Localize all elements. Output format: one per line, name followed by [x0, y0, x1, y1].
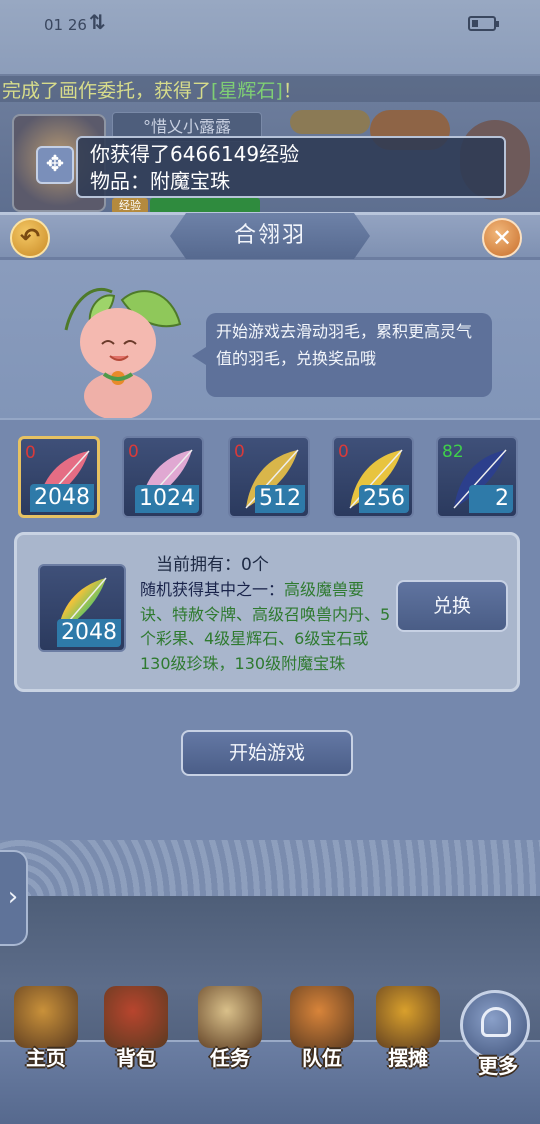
toast-line-item: 物品：附魔宝珠 [90, 169, 230, 193]
menu-item[interactable]: 任务 [188, 986, 272, 1076]
scroll-icon [198, 986, 262, 1048]
scene-decoration [290, 110, 370, 134]
chevron-right-icon: › [7, 882, 19, 912]
coin-icon [376, 986, 440, 1048]
dialog-title: 合翎羽 [233, 223, 306, 248]
reward-feather-slot: 2048 [38, 564, 126, 652]
feather-value-badge: 256 [359, 485, 409, 513]
mascot-sprout-character [64, 288, 182, 418]
toast-line-exp: 你获得了6466149经验 [90, 142, 300, 166]
menu-item[interactable]: 背包 [94, 986, 178, 1076]
menu-item[interactable]: 队伍 [280, 986, 364, 1076]
feather-value-badge: 512 [255, 485, 305, 513]
back-button[interactable]: ↶ [10, 218, 50, 258]
menu-label: 背包 [116, 1046, 156, 1070]
feather-count: 0 [338, 442, 349, 462]
menu-label: 更多 [478, 1054, 518, 1078]
menu-label: 摆摊 [388, 1046, 428, 1070]
menu-item[interactable]: 主页 [4, 986, 88, 1076]
house-icon [14, 986, 78, 1048]
close-button[interactable]: ✕ [482, 218, 522, 258]
feather-count: 82 [442, 442, 464, 462]
chat-message-prefix: 完成了画作委托，获得了 [2, 80, 212, 102]
chat-item-link[interactable]: [星辉石] [211, 80, 283, 102]
system-chat-line: 完成了画作委托，获得了[星辉石]！ [0, 76, 540, 102]
feather-slot[interactable]: 82 2 [436, 436, 518, 518]
reward-value-badge: 2048 [57, 619, 121, 647]
intro-speech-bubble: 开始游戏去滑动羽毛，累积更高灵气值的羽毛，兑换奖品哦 [192, 313, 492, 397]
feather-value-badge: 2 [469, 485, 513, 513]
reward-prefix: 随机获得其中之一： [140, 580, 285, 599]
feather-slot[interactable]: 0 256 [332, 436, 414, 518]
start-game-button[interactable]: 开始游戏 [181, 730, 353, 776]
feather-count: 0 [25, 443, 36, 463]
back-arrow-icon: ↶ [19, 223, 41, 251]
network-arrows-icon: ⇅ [89, 10, 106, 34]
feather-count: 0 [234, 442, 245, 462]
owned-count-label: 当前拥有：0个 [156, 555, 269, 575]
expand-side-panel-button[interactable]: › [0, 850, 28, 946]
more-icon [481, 1007, 511, 1037]
reward-toast: 你获得了6466149经验 物品：附魔宝珠 [76, 136, 506, 198]
reward-description: 随机获得其中之一：高级魔兽要诀、特赦令牌、高级召唤兽内丹、5个彩果、4级星辉石、… [140, 578, 394, 676]
chat-message-suffix: ！ [282, 80, 302, 102]
menu-label: 队伍 [302, 1046, 342, 1070]
feather-count: 0 [128, 442, 139, 462]
menu-label: 主页 [26, 1046, 66, 1070]
feather-value-badge: 1024 [135, 485, 199, 513]
feather-slot[interactable]: 0 2048 [18, 436, 100, 518]
close-icon: ✕ [491, 224, 513, 252]
battery-icon [468, 16, 499, 31]
team-icon [290, 986, 354, 1048]
chest-icon [104, 986, 168, 1048]
status-bar: 01 26 ⇅ [0, 0, 540, 74]
feather-value-badge: 2048 [30, 484, 94, 512]
feather-slot[interactable]: 0 1024 [122, 436, 204, 518]
wave-decoration-band [0, 840, 540, 896]
exchange-button[interactable]: 兑换 [396, 580, 508, 632]
move-handle-icon[interactable]: ✥ [36, 146, 74, 184]
feather-slot[interactable]: 0 512 [228, 436, 310, 518]
menu-item[interactable]: 摆摊 [366, 986, 450, 1076]
status-time: 01 26 [44, 16, 87, 34]
menu-label: 任务 [210, 1046, 250, 1070]
